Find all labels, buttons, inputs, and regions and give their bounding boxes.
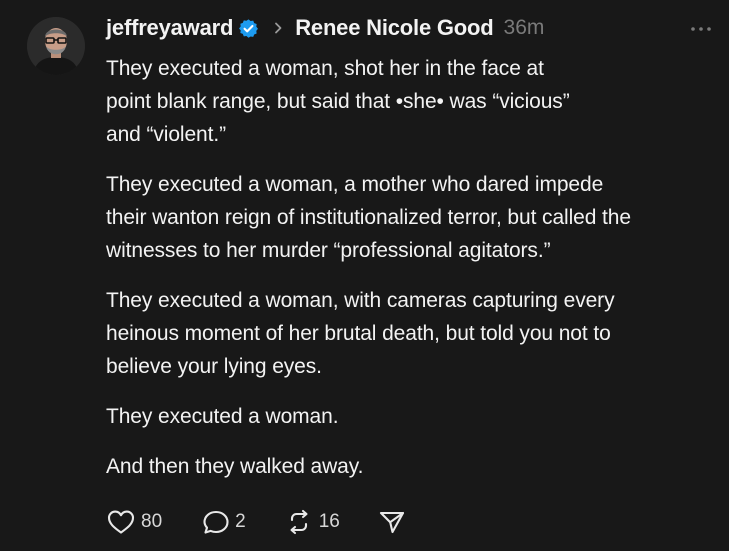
more-options-icon[interactable] xyxy=(689,22,713,34)
avatar[interactable] xyxy=(27,17,85,75)
chevron-right-icon xyxy=(271,21,285,35)
post-paragraph: They executed a woman, a mother who dare… xyxy=(106,173,631,262)
post-paragraph: They executed a woman. xyxy=(106,405,339,428)
verified-badge-icon xyxy=(238,18,259,39)
send-icon xyxy=(378,509,406,535)
post-actions: 80 2 16 xyxy=(106,507,406,537)
comment-icon xyxy=(202,509,230,535)
share-button[interactable] xyxy=(378,509,406,535)
author-username[interactable]: jeffreyaward xyxy=(106,15,233,41)
like-count: 80 xyxy=(141,511,163,532)
heart-icon xyxy=(106,509,136,535)
post-paragraph: And then they walked away. xyxy=(106,455,364,478)
post-paragraph: They executed a woman, shot her in the f… xyxy=(106,57,570,146)
post-paragraph: They executed a woman, with cameras capt… xyxy=(106,289,615,378)
repost-count: 16 xyxy=(318,511,340,532)
repost-icon xyxy=(284,509,314,535)
post-body: They executed a woman, shot her in the f… xyxy=(106,52,721,500)
reply-count: 2 xyxy=(235,511,246,532)
repost-button[interactable]: 16 xyxy=(284,509,340,535)
like-button[interactable]: 80 xyxy=(106,509,162,535)
topic-link[interactable]: Renee Nicole Good xyxy=(295,15,494,41)
post-header: jeffreyaward Renee Nicole Good 36m xyxy=(106,12,544,44)
thread-post: jeffreyaward Renee Nicole Good 36m They … xyxy=(0,0,729,551)
post-timestamp: 36m xyxy=(503,16,545,39)
reply-button[interactable]: 2 xyxy=(202,509,246,535)
